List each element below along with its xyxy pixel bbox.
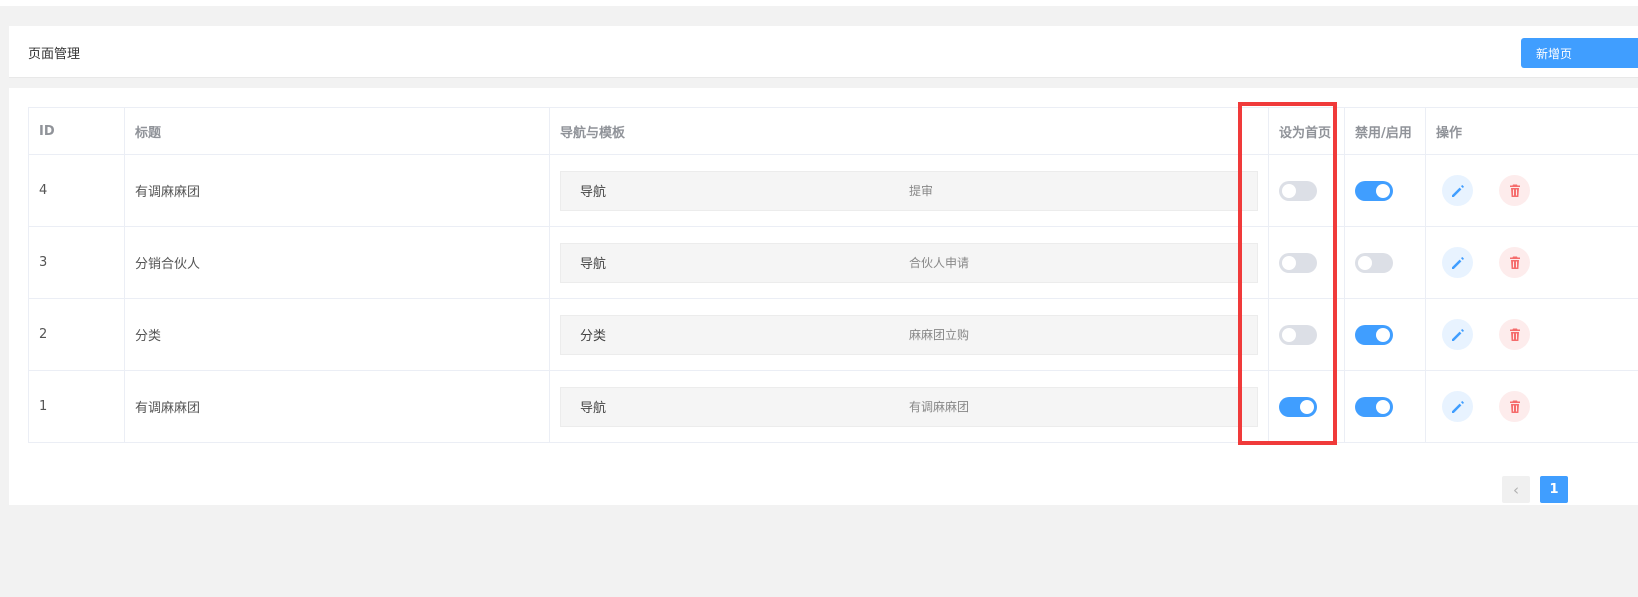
switch-knob bbox=[1282, 183, 1296, 198]
nav-template-box: 导航 有调麻麻团 bbox=[560, 386, 1258, 427]
template-name-label: 提审 bbox=[909, 184, 934, 198]
template-name-label: 麻麻团立购 bbox=[909, 328, 970, 342]
switch-knob bbox=[1282, 255, 1296, 270]
pencil-icon bbox=[1450, 327, 1466, 343]
row-actions-cell bbox=[1425, 298, 1638, 371]
row-enable-cell bbox=[1344, 226, 1426, 299]
column-header-set-home: 设为首页 bbox=[1268, 107, 1345, 155]
trash-icon bbox=[1507, 255, 1523, 271]
row-nav-template-cell: 导航 合伙人申请 bbox=[549, 226, 1269, 299]
delete-button[interactable] bbox=[1499, 319, 1530, 350]
switch-knob bbox=[1376, 399, 1390, 414]
set-home-switch[interactable] bbox=[1279, 324, 1317, 345]
row-nav-template-cell: 导航 提审 bbox=[549, 154, 1269, 227]
row-set-home-cell bbox=[1268, 154, 1345, 227]
row-id: 3 bbox=[28, 226, 125, 299]
row-id: 2 bbox=[28, 298, 125, 371]
pagination-page-button[interactable]: 1 bbox=[1540, 476, 1568, 503]
trash-icon bbox=[1507, 327, 1523, 343]
row-set-home-cell bbox=[1268, 370, 1345, 443]
delete-button[interactable] bbox=[1499, 247, 1530, 278]
nav-type-label: 导航 bbox=[580, 401, 607, 416]
table-header-row: ID 标题 导航与模板 设为首页 禁用/启用 操作 bbox=[28, 107, 1638, 155]
nav-type-label: 导航 bbox=[580, 185, 607, 200]
enable-switch[interactable] bbox=[1355, 252, 1393, 273]
row-set-home-cell bbox=[1268, 226, 1345, 299]
set-home-switch[interactable] bbox=[1279, 180, 1317, 201]
pages-table: ID 标题 导航与模板 设为首页 禁用/启用 操作 4 有调麻麻团 导航 提审 3 分销合… bbox=[28, 107, 1638, 443]
nav-template-box: 导航 提审 bbox=[560, 170, 1258, 211]
row-enable-cell bbox=[1344, 154, 1426, 227]
row-title: 分销合伙人 bbox=[124, 226, 550, 299]
page-header: 页面管理 新增页 bbox=[9, 26, 1638, 78]
set-home-switch[interactable] bbox=[1279, 396, 1317, 417]
edit-button[interactable] bbox=[1442, 175, 1473, 206]
edit-button[interactable] bbox=[1442, 319, 1473, 350]
page-title: 页面管理 bbox=[28, 47, 81, 62]
row-enable-cell bbox=[1344, 370, 1426, 443]
nav-template-box: 导航 合伙人申请 bbox=[560, 242, 1258, 283]
row-title: 有调麻麻团 bbox=[124, 154, 550, 227]
column-header-enable: 禁用/启用 bbox=[1344, 107, 1426, 155]
pencil-icon bbox=[1450, 399, 1466, 415]
trash-icon bbox=[1507, 399, 1523, 415]
template-name-label: 合伙人申请 bbox=[909, 256, 970, 270]
nav-template-box: 分类 麻麻团立购 bbox=[560, 314, 1258, 355]
set-home-switch[interactable] bbox=[1279, 252, 1317, 273]
column-header-nav-template: 导航与模板 bbox=[549, 107, 1269, 155]
table-row: 4 有调麻麻团 导航 提审 bbox=[28, 154, 1638, 227]
edit-button[interactable] bbox=[1442, 247, 1473, 278]
enable-switch[interactable] bbox=[1355, 180, 1393, 201]
row-actions-cell bbox=[1425, 154, 1638, 227]
pagination-prev-button[interactable]: ‹ bbox=[1502, 476, 1530, 503]
table-row: 3 分销合伙人 导航 合伙人申请 bbox=[28, 226, 1638, 299]
row-title: 分类 bbox=[124, 298, 550, 371]
edit-button[interactable] bbox=[1442, 391, 1473, 422]
row-nav-template-cell: 分类 麻麻团立购 bbox=[549, 298, 1269, 371]
table-row: 1 有调麻麻团 导航 有调麻麻团 bbox=[28, 370, 1638, 443]
row-id: 1 bbox=[28, 370, 125, 443]
row-title: 有调麻麻团 bbox=[124, 370, 550, 443]
pencil-icon bbox=[1450, 183, 1466, 199]
switch-knob bbox=[1300, 399, 1314, 414]
nav-type-label: 分类 bbox=[580, 329, 607, 344]
enable-switch[interactable] bbox=[1355, 396, 1393, 417]
enable-switch[interactable] bbox=[1355, 324, 1393, 345]
row-actions-cell bbox=[1425, 226, 1638, 299]
add-page-button[interactable]: 新增页 bbox=[1521, 38, 1638, 68]
column-header-actions: 操作 bbox=[1425, 107, 1638, 155]
content-panel: ID 标题 导航与模板 设为首页 禁用/启用 操作 4 有调麻麻团 导航 提审 3 分销合… bbox=[9, 88, 1638, 505]
switch-knob bbox=[1376, 183, 1390, 198]
top-strip bbox=[0, 0, 1638, 6]
row-enable-cell bbox=[1344, 298, 1426, 371]
nav-type-label: 导航 bbox=[580, 257, 607, 272]
switch-knob bbox=[1282, 327, 1296, 342]
column-header-title: 标题 bbox=[124, 107, 550, 155]
switch-knob bbox=[1358, 255, 1372, 270]
row-actions-cell bbox=[1425, 370, 1638, 443]
pencil-icon bbox=[1450, 255, 1466, 271]
row-set-home-cell bbox=[1268, 298, 1345, 371]
trash-icon bbox=[1507, 183, 1523, 199]
table-row: 2 分类 分类 麻麻团立购 bbox=[28, 298, 1638, 371]
template-name-label: 有调麻麻团 bbox=[909, 400, 970, 414]
delete-button[interactable] bbox=[1499, 391, 1530, 422]
switch-knob bbox=[1376, 327, 1390, 342]
column-header-id: ID bbox=[28, 107, 125, 155]
row-nav-template-cell: 导航 有调麻麻团 bbox=[549, 370, 1269, 443]
delete-button[interactable] bbox=[1499, 175, 1530, 206]
row-id: 4 bbox=[28, 154, 125, 227]
